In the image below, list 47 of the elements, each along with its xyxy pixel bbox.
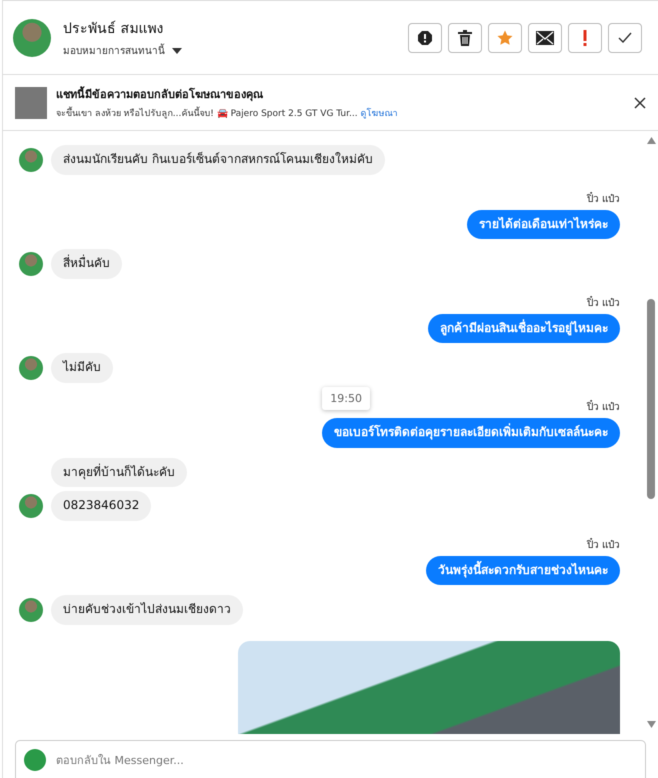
message-bubble: ลูกค้ามีผ่อนสินเชื่ออะไรอยู่ไหมคะ [428,314,620,344]
octagon-alert-icon [417,30,433,46]
banner-title: แชทนี้มีข้อความตอบกลับต่อโฆษณาของคุณ [56,85,264,103]
view-ad-link[interactable]: ดูโฆษณา [360,109,398,119]
mail-button[interactable] [528,22,562,52]
scroll-down-icon[interactable] [646,721,656,728]
message-bubble: 0823846032 [51,491,152,521]
caret-icon [171,46,183,54]
assign-dropdown[interactable]: มอบหมายการสนทนานี้ [63,43,183,58]
message-bubble: มาคุยที่บ้านก็ได้นะคับ [51,458,187,488]
alert-button[interactable] [568,22,602,52]
star-icon [497,30,513,46]
avatar-photo [19,356,43,380]
spam-button[interactable] [408,22,442,52]
scrollbar-thumb[interactable] [647,299,655,499]
star-button[interactable] [488,22,522,52]
close-icon [634,96,646,108]
checkmark-icon [618,32,632,43]
avatar-photo [19,598,43,622]
trash-icon [458,30,472,46]
avatar-photo [19,494,43,518]
message-bubble: ไม่มีคับ [51,353,113,383]
done-button[interactable] [608,22,642,52]
scroll-up-icon[interactable] [646,137,656,144]
avatar-photo [19,148,43,172]
envelope-icon [536,30,554,44]
contact-name: ประพันธ์ สมแพง [63,20,164,39]
time-tooltip: 19:50 [322,386,370,410]
sender-name: ปิ๋ว แป๋ว [586,398,620,414]
avatar-photo [19,252,43,276]
sender-name: ปิ๋ว แป๋ว [586,190,620,206]
reply-box[interactable]: ตอบกลับใน Messenger... [15,740,646,778]
page-logo-icon [24,749,46,771]
ad-thumbnail [15,86,47,118]
message-bubble: สี่หมื่นคับ [51,249,122,279]
sender-name: ปิ๋ว แป๋ว [586,536,620,552]
message-bubble: ส่งนมนักเรียนคับ กินเบอร์เซ็นต์จากสหกรณ์โคนมเชียงใหม่คับ [51,145,385,175]
exclamation-icon [583,30,587,46]
delete-button[interactable] [448,22,482,52]
ad-snippet: จะขึ้นเขา ลงห้วย หรือไปรับลูก...คันนี้จบ! 🚘 Pajero Sport 2.5 GT VG Tur... [56,109,358,119]
message-bubble: ขอเบอร์โทรติดต่อคุยรายละเอียดเพิ่มเติมกับเซลล์นะคะ [322,418,620,448]
message-bubble: บ่ายคับช่วงเข้าไปส่งนมเชียงดาว [51,595,243,625]
close-button[interactable] [634,96,646,108]
message-bubble: วันพรุ่งนี้สะดวกรับสายช่วงไหนคะ [426,556,620,586]
sender-name: ปิ๋ว แป๋ว [586,294,620,310]
message-bubble: รายได้ต่อเดือนเท่าไหร่คะ [467,210,620,240]
avatar-photo [13,18,51,56]
